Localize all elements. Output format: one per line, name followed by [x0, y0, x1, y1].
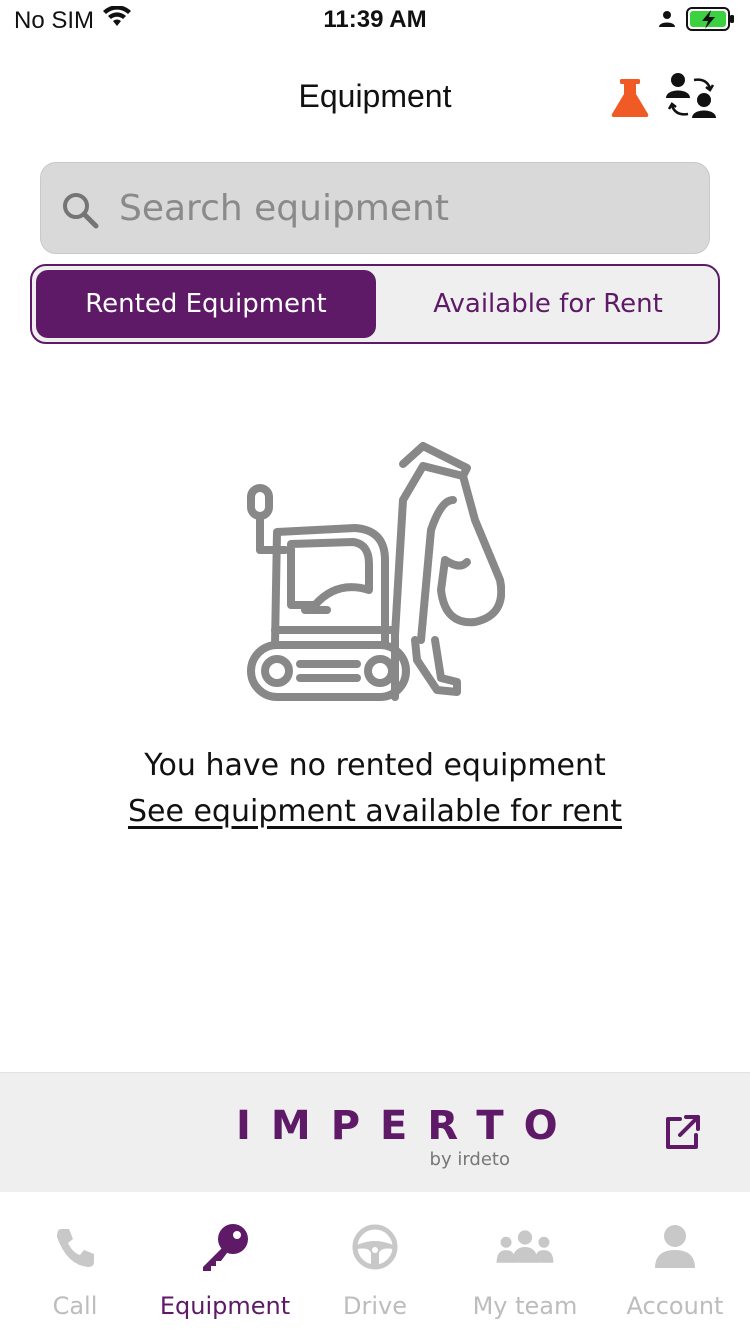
header: Equipment — [0, 60, 750, 136]
status-time: 11:39 AM — [323, 6, 427, 33]
key-icon — [195, 1220, 255, 1274]
brand-sub: by irdeto — [429, 1149, 510, 1170]
person-icon — [645, 1220, 705, 1274]
status-bar: No SIM 11:39 AM — [0, 0, 750, 42]
nav-label-call: Call — [52, 1292, 98, 1320]
brand-logo: IMPERTO by irdeto — [236, 1103, 578, 1173]
see-available-link[interactable]: See equipment available for rent — [0, 794, 750, 829]
tab-rented-equipment[interactable]: Rented Equipment — [36, 270, 376, 338]
equipment-tabs: Rented Equipment Available for Rent — [30, 264, 720, 344]
nav-label-drive: Drive — [343, 1292, 407, 1320]
brand-name: IMPERTO — [236, 1103, 578, 1149]
bottom-nav: Call Equipment Drive My team Account — [0, 1192, 750, 1334]
search-icon — [61, 191, 101, 231]
team-icon — [495, 1220, 555, 1274]
search-bar — [40, 162, 710, 254]
swap-users-icon[interactable] — [664, 70, 720, 124]
nav-label-account: Account — [626, 1292, 724, 1320]
nav-label-equipment: Equipment — [159, 1292, 291, 1320]
nav-item-call[interactable]: Call — [0, 1192, 150, 1334]
person-status-icon — [658, 10, 676, 33]
status-right — [658, 6, 736, 37]
phone-icon — [45, 1220, 105, 1274]
nav-item-equipment[interactable]: Equipment — [150, 1192, 300, 1334]
flask-icon[interactable] — [608, 76, 652, 120]
battery-icon — [686, 6, 736, 37]
empty-state-message: You have no rented equipment — [144, 748, 606, 783]
nav-item-my-team[interactable]: My team — [450, 1192, 600, 1334]
excavator-icon — [245, 440, 506, 702]
steering-wheel-icon — [345, 1220, 405, 1274]
search-input[interactable] — [119, 163, 689, 253]
brand-bar: IMPERTO by irdeto — [0, 1072, 750, 1192]
nav-item-drive[interactable]: Drive — [300, 1192, 450, 1334]
nav-item-account[interactable]: Account — [600, 1192, 750, 1334]
external-link-icon[interactable] — [664, 1113, 702, 1151]
tab-available-for-rent[interactable]: Available for Rent — [382, 270, 714, 338]
nav-label-my-team: My team — [472, 1292, 578, 1320]
